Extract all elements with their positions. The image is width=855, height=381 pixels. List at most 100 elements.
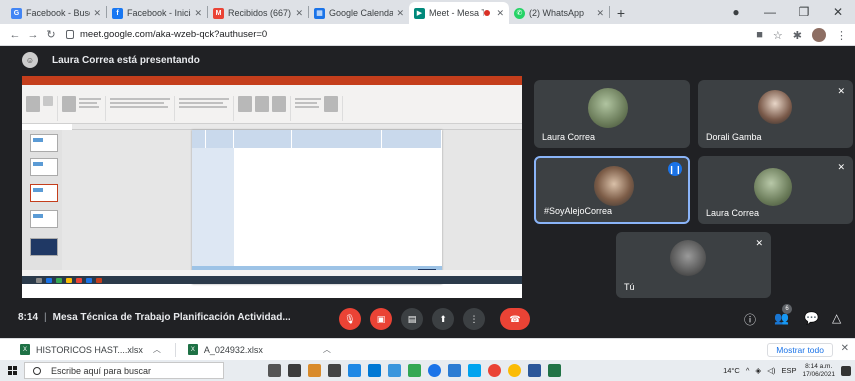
address-bar-actions: ■ ☆ ✱ ⋮ — [756, 24, 847, 46]
back-icon[interactable]: ← — [6, 29, 24, 41]
participant-name: Laura Correa — [542, 132, 596, 142]
app-icon[interactable] — [408, 364, 421, 377]
profile-icon[interactable]: ● — [719, 5, 753, 19]
chrome-icon[interactable] — [428, 364, 441, 377]
participant-tile[interactable]: ✕ Dorali Gamba — [698, 80, 853, 148]
participant-tile-speaking[interactable]: ❙❙ #SoyAlejoCorrea — [534, 156, 690, 224]
captions-button[interactable]: ▤ — [401, 308, 423, 330]
store-icon[interactable] — [328, 364, 341, 377]
task-view-icon[interactable] — [268, 364, 281, 377]
download-divider — [174, 342, 176, 357]
shared-screen — [22, 76, 522, 298]
tab-facebook[interactable]: f Facebook - Inicia sesió ✕ — [107, 2, 207, 24]
app-icon[interactable] — [288, 364, 301, 377]
mic-off-icon: 🎙 — [344, 313, 356, 324]
tray-chevron-icon[interactable]: ^ — [746, 366, 750, 375]
tab-google-search[interactable]: G Facebook - Buscar con ✕ — [6, 2, 106, 24]
close-icon[interactable]: ✕ — [194, 8, 202, 19]
app-icon[interactable] — [488, 364, 501, 377]
camera-toggle-button[interactable]: ▣ — [370, 308, 392, 330]
new-tab-button[interactable]: + — [610, 2, 632, 24]
notifications-icon[interactable] — [841, 365, 851, 376]
meeting-time: 8:14 — [18, 312, 39, 323]
menu-kebab-icon[interactable]: ⋮ — [836, 29, 847, 42]
facebook-icon: f — [112, 7, 123, 19]
download-filename: HISTORICOS HAST....xlsx — [36, 344, 143, 355]
app-icon[interactable] — [508, 364, 521, 377]
app-icon[interactable] — [468, 364, 481, 377]
participant-name: Dorali Gamba — [706, 132, 762, 142]
tab-label: Google Calendar - jur — [329, 8, 394, 18]
reload-icon[interactable]: ↻ — [42, 28, 60, 41]
meet-control-bar: 8:14 | Mesa Técnica de Trabajo Planificaci… — [0, 302, 855, 336]
close-icon[interactable]: ✕ — [295, 8, 303, 19]
window-controls: ● — ❐ ✕ — [719, 0, 855, 24]
forward-icon[interactable]: → — [24, 29, 42, 41]
close-icon[interactable]: ✕ — [596, 8, 604, 19]
participant-tile[interactable]: Laura Correa — [534, 80, 690, 148]
presenter-taskbar — [22, 276, 522, 284]
hang-up-icon: ☎ — [509, 313, 521, 324]
mic-off-icon: ✕ — [837, 86, 845, 96]
close-icon[interactable]: ✕ — [496, 8, 504, 19]
excel-icon[interactable] — [548, 364, 561, 377]
tab-whatsapp[interactable]: ✆ (2) WhatsApp ✕ — [509, 2, 609, 24]
network-icon: ◈ — [755, 366, 762, 375]
volume-icon[interactable]: ◁) — [767, 366, 775, 375]
participant-name: #SoyAlejoCorrea — [544, 206, 613, 216]
start-button[interactable] — [0, 360, 24, 381]
clock[interactable]: 8:14 a.m. 17/06/2021 — [802, 363, 835, 379]
address-bar: ← → ↻ meet.google.com/aka-wzeb-qck?authu… — [0, 24, 855, 46]
tab-label: Facebook - Buscar con — [26, 8, 90, 18]
activities-icon[interactable]: △ — [832, 311, 841, 325]
camera-icon[interactable]: ■ — [756, 29, 763, 41]
minimize-icon[interactable]: — — [753, 5, 787, 19]
chat-icon[interactable]: 💬 — [804, 311, 819, 325]
word-icon[interactable] — [528, 364, 541, 377]
present-button[interactable]: ⬆ — [432, 308, 454, 330]
app-icon[interactable] — [448, 364, 461, 377]
presenter-avatar: ☺ — [22, 52, 38, 68]
excel-file-icon: X — [20, 344, 30, 355]
chevron-up-icon[interactable]: ︿ — [153, 344, 161, 355]
language-indicator[interactable]: ESP — [781, 366, 796, 375]
maximize-icon[interactable]: ❐ — [787, 5, 821, 19]
whatsapp-icon: ✆ — [514, 7, 525, 19]
mail-icon[interactable] — [368, 364, 381, 377]
leave-call-button[interactable]: ☎ — [500, 308, 530, 330]
close-icon[interactable]: ✕ — [841, 343, 849, 354]
mic-toggle-button[interactable]: 🎙 — [339, 308, 361, 330]
close-icon[interactable]: ✕ — [396, 8, 404, 19]
url-field[interactable]: meet.google.com/aka-wzeb-qck?authuser=0 — [66, 29, 267, 40]
download-item[interactable]: X HISTORICOS HAST....xlsx ︿ — [20, 344, 161, 355]
search-placeholder: Escribe aquí para buscar — [51, 365, 152, 376]
clock-date: 17/06/2021 — [802, 370, 835, 378]
window-close-icon[interactable]: ✕ — [821, 5, 855, 19]
meeting-details-icon[interactable]: ⓘ — [744, 311, 756, 328]
download-item[interactable]: X A_024932.xlsx ︿ — [187, 344, 331, 355]
tab-meet[interactable]: ▶ Meet - Mesa Técn ✕ — [409, 2, 509, 24]
search-icon — [33, 366, 41, 375]
close-icon[interactable]: ✕ — [93, 8, 101, 19]
slide-table-column — [192, 148, 234, 266]
chevron-up-icon[interactable]: ︿ — [323, 344, 331, 355]
extensions-icon[interactable]: ✱ — [793, 29, 802, 42]
avatar[interactable] — [812, 28, 826, 42]
gmail-icon: M — [213, 7, 224, 19]
tab-google-calendar[interactable]: ▦ Google Calendar - jur ✕ — [309, 2, 409, 24]
tab-gmail[interactable]: M Recibidos (667) - jhon ✕ — [208, 2, 308, 24]
file-explorer-icon[interactable] — [308, 364, 321, 377]
taskbar-search[interactable]: Escribe aquí para buscar — [24, 362, 224, 379]
participant-tile[interactable]: ✕ Laura Correa — [698, 156, 853, 224]
windows-taskbar: Escribe aquí para buscar 14°C ^ ◈ ◁) ESP… — [0, 360, 855, 381]
participant-tile-self[interactable]: ✕ Tú — [616, 232, 771, 298]
weather-text[interactable]: 14°C — [723, 366, 740, 375]
app-icon[interactable] — [348, 364, 361, 377]
more-options-button[interactable]: ⋮ — [463, 308, 485, 330]
show-all-downloads-button[interactable]: Mostrar todo — [767, 343, 833, 357]
participant-photo — [754, 168, 792, 206]
tab-label: Meet - Mesa Técn — [429, 8, 485, 18]
ppt-title-bar — [22, 76, 522, 85]
app-icon[interactable] — [388, 364, 401, 377]
bookmark-star-icon[interactable]: ☆ — [773, 29, 783, 42]
